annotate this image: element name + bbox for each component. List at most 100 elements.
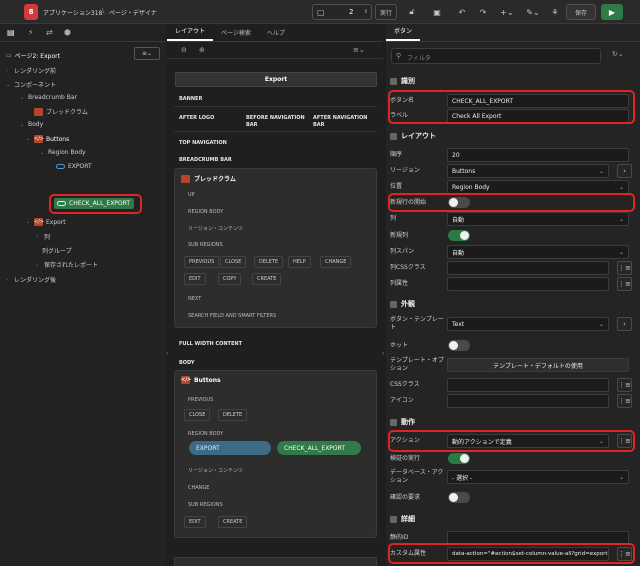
page-designer-title: ページ・デザイナ (109, 10, 157, 17)
group-advanced[interactable]: 詳細 (390, 512, 636, 526)
tree-export-button[interactable]: EXPORT (56, 163, 92, 170)
page-node[interactable]: ▭ ページ2: Export (6, 51, 60, 60)
highlight-new-row (388, 193, 635, 212)
column-span-select[interactable]: 自動 ⌄ (447, 245, 629, 259)
bc-copy[interactable]: COPY (218, 273, 242, 285)
utilities-icon[interactable]: ✎⌄ (524, 4, 542, 20)
tree-saved-reports[interactable]: › 保存されたレポート (36, 260, 98, 270)
bc-create[interactable]: CREATE (252, 273, 282, 285)
region-goto-button[interactable]: › (617, 164, 632, 178)
goto-menu-icon[interactable]: ↻⌄ (612, 50, 624, 58)
css-class-input[interactable] (447, 378, 609, 392)
lock-icon[interactable]: 🔓︎ (405, 4, 419, 20)
search-icon: ⚲ (396, 52, 402, 60)
export-button-preview[interactable]: EXPORT (189, 441, 271, 455)
tab-button[interactable]: ボタン (386, 26, 421, 41)
tab-page-search[interactable]: ページ検索 (213, 28, 259, 41)
zoom-out-icon[interactable]: ⊖ (181, 46, 187, 54)
layout-menu-icon[interactable]: ≡⌄ (353, 46, 365, 54)
sequence-input[interactable]: 20 (447, 148, 629, 162)
splitter-handle[interactable]: › (166, 350, 170, 360)
new-column-toggle[interactable] (448, 230, 470, 241)
bc-change[interactable]: CHANGE (320, 256, 352, 268)
region-select[interactable]: Buttons ⌄ (447, 164, 609, 178)
bc-close[interactable]: CLOSE (220, 256, 247, 268)
save-button[interactable]: 保存 (566, 4, 596, 20)
confirm-toggle[interactable] (448, 492, 470, 503)
btn-create[interactable]: CREATE (218, 516, 248, 528)
bc-help[interactable]: HELP (288, 256, 311, 268)
dynamic-actions-tab-icon[interactable]: ⚡︎ (28, 28, 34, 37)
position-select[interactable]: Region Body ⌄ (447, 180, 629, 194)
tree-column-groups[interactable]: 列グループ (42, 246, 72, 255)
tab-help[interactable]: ヘルプ (259, 28, 293, 41)
column-css-label: 列CSSクラス (390, 264, 426, 271)
column-attr-list-button[interactable]: ⋮≡ (617, 277, 632, 291)
prop-template-options: テンプレート・オプション テンプレート・デフォルトの使用 (390, 357, 636, 373)
app-title[interactable]: アプリケーション318 (43, 8, 102, 17)
page-number-input[interactable]: 2 (349, 8, 353, 16)
db-action-select[interactable]: - 選択 - ⌄ (447, 470, 629, 484)
btn-close[interactable]: CLOSE (184, 409, 211, 421)
column-attr-input[interactable] (447, 277, 609, 291)
page-stepper-icon[interactable]: ⇕ (364, 9, 368, 15)
column-select[interactable]: 自動 ⌄ (447, 212, 629, 226)
btn-region-body: REGION BODY (188, 431, 224, 437)
template-options-button[interactable]: テンプレート・デフォルトの使用 (447, 358, 629, 372)
tree-columns[interactable]: › 列 (36, 232, 50, 242)
tree-buttons[interactable]: ⌄ </> Buttons (26, 135, 69, 143)
shared-tab-icon[interactable]: ⬢ (64, 28, 71, 37)
tree-menu-button[interactable]: ≡⌄ (134, 47, 160, 60)
btn-delete[interactable]: DELETE (218, 409, 248, 421)
filter-input[interactable]: フィルタ (407, 53, 431, 62)
tree-export-region[interactable]: ⌄ </> Export (26, 218, 66, 226)
breadcrumb-card[interactable]: ブレッドクラム (174, 168, 377, 328)
group-appearance[interactable]: 外観 (390, 297, 636, 311)
prop-column: 列 自動 ⌄ (390, 211, 636, 227)
save-as-icon[interactable]: ▣ (430, 4, 444, 20)
run-page-button[interactable]: ▶ (601, 4, 623, 20)
check-all-export-preview[interactable]: CHECK_ALL_EXPORT (277, 441, 361, 455)
rendering-tab-icon[interactable]: ▤ (7, 28, 15, 37)
bc-delete[interactable]: DELETE (254, 256, 284, 268)
app-icon[interactable]: 8 (24, 4, 38, 20)
tree-components[interactable]: ⌄ コンポーネント (6, 80, 56, 90)
button-template-select[interactable]: Text ⌄ (447, 317, 609, 331)
processing-tab-icon[interactable]: ⇄ (46, 28, 53, 37)
page-selector[interactable]: ▢ 2 ⇕ (312, 4, 372, 20)
tree-export-button-label: EXPORT (68, 163, 92, 170)
btn-edit[interactable]: EDIT (184, 516, 206, 528)
undo-icon[interactable]: ↶ (455, 4, 469, 20)
bc-previous[interactable]: PREVIOUS (184, 256, 220, 268)
bc-edit[interactable]: EDIT (184, 273, 206, 285)
button-template-goto[interactable]: › (617, 317, 632, 331)
css-class-list-button[interactable]: ⋮≡ (617, 378, 632, 392)
group-behavior[interactable]: 動作 (390, 415, 636, 429)
filter-box[interactable]: ⚲ フィルタ (391, 48, 601, 64)
confirm-label: 確認の要求 (390, 494, 421, 501)
region-value: Buttons (452, 167, 476, 175)
tree-body[interactable]: ⌄ Body (20, 121, 43, 128)
run-button[interactable]: 実行 (375, 4, 397, 20)
layout-export-header[interactable]: Export (175, 72, 377, 87)
column-css-list-button[interactable]: ⋮≡ (617, 261, 632, 275)
validate-toggle[interactable] (448, 453, 470, 464)
group-layout[interactable]: レイアウト (390, 129, 636, 143)
tab-layout[interactable]: レイアウト (167, 26, 214, 41)
tree-breadcrumb[interactable]: ブレッドクラム (34, 107, 88, 116)
tree-region-body[interactable]: ⌄ Region Body (40, 149, 86, 156)
hot-toggle[interactable] (448, 340, 470, 351)
group-identification[interactable]: 識別 (390, 74, 636, 88)
tree-breadcrumb-bar[interactable]: ⌄ Breadcrumb Bar (20, 94, 77, 101)
redo-icon[interactable]: ↷ (476, 4, 490, 20)
tree-after-render[interactable]: › レンダリング後 (6, 275, 56, 285)
column-css-input[interactable] (447, 261, 609, 275)
create-menu-icon[interactable]: +⌄ (498, 4, 516, 20)
slot-after-logo: AFTER LOGO (179, 115, 215, 121)
zoom-in-icon[interactable]: ⊕ (199, 46, 205, 54)
icon-input[interactable] (447, 394, 609, 408)
icon-picker-button[interactable]: ⋮≡ (617, 394, 632, 408)
tree-before-render[interactable]: › レンダリング前 (6, 66, 57, 76)
shared-components-icon[interactable]: ⚘ (548, 4, 562, 20)
tree-before-render-label: レンダリング前 (14, 68, 57, 75)
